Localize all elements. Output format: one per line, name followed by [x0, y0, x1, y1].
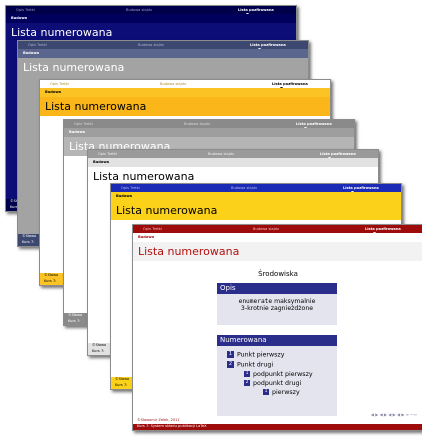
header-center: Budowa slajdu	[231, 186, 258, 190]
header-right: Lista pozfirowana	[365, 227, 401, 231]
header-left: Opis Tretki	[28, 43, 47, 47]
slide-header: Opis Tretki Budowa slajdu Lista pozfirow…	[6, 6, 296, 16]
slide-header: Opis Tretki Budowa slajdu Lista pozfirow…	[133, 225, 422, 235]
header-center: Budowa slajdu	[138, 43, 165, 47]
header-right: Lista pozfirowana	[272, 82, 308, 86]
slide-header: Opis Tretki Budowa slajdu Lista pozfirow…	[18, 41, 308, 51]
footer-course: Kurs 7:	[68, 319, 81, 323]
slide-title-bar: Lista numerowana	[40, 97, 330, 116]
list-subitem-label: podpunkt pierwszy	[253, 371, 313, 378]
header-right: Lista pozfirowana	[320, 152, 356, 156]
slide-title: Lista numerowana	[11, 26, 113, 39]
section-bar: Budowa	[6, 14, 296, 23]
list-item: 2 Punkt drugi	[227, 361, 273, 369]
slide-header: Opis Tretki Budowa slajdu Lista pozfirow…	[64, 120, 354, 130]
section-bar: Budowa	[64, 128, 354, 137]
header-left: Opis Tretki	[74, 122, 93, 126]
footer-course: Kurs 7:	[92, 349, 105, 353]
slide-title: Lista numerowana	[116, 204, 218, 217]
header-right: Lista pozfirowana	[343, 186, 379, 190]
footer-author: ©Sławo	[92, 343, 107, 347]
slide-title-bar: Lista numerowana	[133, 242, 422, 261]
list-subitem: 1 podpunkt pierwszy	[244, 371, 313, 378]
beamer-navigation-icons[interactable]: ◀ ▶ ◀ ▶ ◀ ▶ ◀ ▶ ≡ ∽∾	[371, 412, 417, 417]
list-subitem: 2 podpunkt drugi	[244, 380, 301, 387]
slide-title-bar: Lista numerowana	[18, 58, 308, 77]
footer-author: ©Sławo	[22, 234, 37, 238]
opis-text-1: maksymalnie	[272, 298, 316, 305]
footer-course: Kurs 7:	[44, 279, 57, 283]
footer-course: Kurs 7:	[115, 383, 128, 387]
list-number: 2	[227, 361, 234, 368]
section-label: Budowa	[138, 235, 155, 239]
list-subitem-label: podpunkt drugi	[253, 380, 302, 387]
footer-author: ©Sławo	[115, 377, 130, 381]
slide-thumbnail-red[interactable]: Opis Tretki Budowa slajdu Lista pozfirow…	[132, 224, 422, 431]
slide-title: Lista numerowana	[93, 170, 195, 183]
header-left: Opis Tretki	[50, 82, 69, 86]
list-item-label: Punkt drugi	[237, 361, 274, 369]
block-numerowana-body: 1 Punkt pierwszy 2 Punkt drugi 1 podpunkt p…	[217, 346, 337, 416]
slide-header: Opis Tretki Budowa slajdu Lista pozfirow…	[40, 80, 330, 90]
section-bar: Budowa	[40, 88, 330, 97]
section-bar: Budowa	[88, 158, 378, 167]
footer-course: Kurs 7:	[22, 240, 35, 244]
block-opis: Opis enumerate maksymalnie 3-krotnie zag…	[217, 283, 337, 325]
header-center: Budowa slajdu	[126, 8, 153, 12]
section-bar: Budowa	[111, 192, 401, 201]
section-label: Budowa	[23, 51, 40, 55]
list-subsubitem-label: pierwszy	[272, 389, 300, 396]
slide-title: Lista numerowana	[138, 245, 240, 258]
list-subsubitem: 1 pierwszy	[263, 389, 300, 396]
footer-author: ©Sławomir Zelek, 2011	[137, 418, 180, 422]
block-numerowana: Numerowana 1 Punkt pierwszy 2 Punkt drugi …	[217, 335, 337, 416]
header-center: Budowa slajdu	[253, 227, 280, 231]
section-label: Budowa	[45, 90, 62, 94]
section-label: Budowa	[11, 16, 28, 20]
slide-title: Lista numerowana	[23, 61, 125, 74]
opis-text-2: 3-krotnie zagnieżdżone	[240, 305, 314, 312]
section-label: Budowa	[116, 194, 133, 198]
footer-author: ©Sławo	[44, 273, 59, 277]
slide-title-bar: Lista numerowana	[111, 201, 401, 220]
slide-body: Środowiska Opis enumerate maksymalnie 3-…	[133, 261, 422, 418]
slide-header: Opis Tretki Budowa slajdu Lista pozfirow…	[111, 184, 401, 194]
list-number: 1	[227, 351, 234, 358]
environment-heading: Środowiska	[258, 270, 298, 278]
header-right: Lista pozfirowana	[296, 122, 332, 126]
block-opis-title: Opis	[217, 283, 337, 294]
list-number: 1	[244, 371, 250, 377]
section-bar: Budowa	[18, 49, 308, 58]
slide-title: Lista numerowana	[45, 100, 147, 113]
block-numerowana-title: Numerowana	[217, 335, 337, 346]
header-left: Opis Tretki	[121, 186, 140, 190]
footer-author: ©Sławo	[68, 313, 83, 317]
code-enumerate: enumerate	[238, 298, 273, 305]
slide-footer: ©Sławomir Zelek, 2011 Kurs 7: System skł…	[133, 418, 422, 430]
section-label: Budowa	[69, 130, 86, 134]
list-item: 1 Punkt pierwszy	[227, 351, 284, 359]
list-number: 1	[263, 389, 269, 395]
list-item-label: Punkt pierwszy	[237, 351, 285, 359]
header-center: Budowa slajdu	[160, 82, 187, 86]
header-left: Opis Tretki	[143, 227, 162, 231]
section-bar: Budowa	[133, 233, 422, 242]
section-label: Budowa	[93, 160, 110, 164]
header-left: Opis Tretki	[98, 152, 117, 156]
header-left: Opis Tretki	[16, 8, 35, 12]
header-right: Lista pozfirowana	[238, 8, 274, 12]
header-center: Budowa slajdu	[184, 122, 211, 126]
list-number: 2	[244, 380, 250, 386]
header-center: Budowa slajdu	[208, 152, 235, 156]
slide-header: Opis Tretki Budowa slajdu Lista pozfirow…	[88, 150, 378, 160]
footer-course: Kurs 7: System składu publikacji LaTeX	[137, 424, 207, 428]
block-opis-body: enumerate maksymalnie 3-krotnie zagnieżd…	[217, 294, 337, 325]
header-right: Lista pozfirowana	[250, 43, 286, 47]
